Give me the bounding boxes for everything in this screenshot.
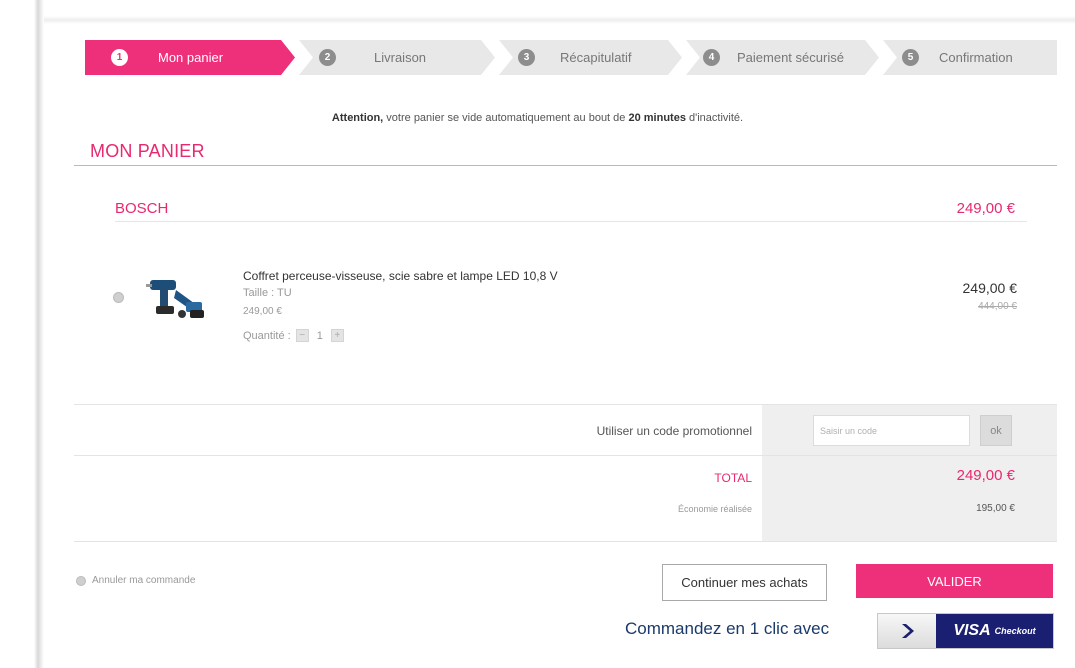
validate-button[interactable]: VALIDER: [856, 564, 1053, 598]
promo-ok-button[interactable]: ok: [980, 415, 1012, 446]
promo-label: Utiliser un code promotionnel: [596, 424, 752, 438]
savings-value: 195,00 €: [976, 503, 1015, 514]
product-size: Taille : TU: [243, 287, 292, 299]
page-title: MON PANIER: [90, 141, 205, 161]
step-label-summary: Récapitulatif: [560, 50, 632, 65]
notice-lead: Attention,: [331, 112, 384, 124]
step-confirmation[interactable]: 5 Confirmation: [883, 40, 1057, 75]
divider-middle: [74, 455, 1057, 456]
checkout-steps: 1 Mon panier 2 Livraison 3 Récapitulatif…: [85, 40, 1057, 75]
step-label-payment: Paiement sécurisé: [737, 50, 844, 65]
checkout-word: Checkout: [994, 626, 1036, 636]
brand-subtotal: 249,00 €: [956, 200, 1015, 217]
step-label-delivery: Livraison: [374, 50, 427, 65]
cancel-order-link[interactable]: Annuler ma commande: [76, 575, 195, 586]
visa-arrow-icon: [878, 614, 936, 648]
quantity-value: 1: [316, 329, 323, 342]
window-left-edge: [0, 0, 44, 668]
total-value: 249,00 €: [956, 467, 1015, 484]
divider-bottom: [74, 541, 1057, 542]
product-name[interactable]: Coffret perceuse-visseuse, scie sabre et…: [243, 269, 558, 283]
step-number-3: 3: [518, 49, 535, 66]
one-click-label: Commandez en 1 clic avec: [625, 619, 830, 638]
notice-time: 20 minutes: [628, 112, 686, 124]
visa-checkout-button[interactable]: VISA Checkout: [877, 613, 1054, 649]
brand-name: BOSCH: [115, 200, 169, 217]
continue-shopping-button[interactable]: Continuer mes achats: [662, 564, 827, 601]
step-number-4: 4: [703, 49, 720, 66]
step-number-2: 2: [319, 49, 336, 66]
divider-top: [74, 404, 1057, 405]
step-number-1: 1: [111, 49, 128, 66]
item-old-price: 444,00 €: [978, 301, 1017, 312]
title-divider: [74, 165, 1057, 166]
promo-code-input[interactable]: [813, 415, 970, 446]
quantity-increase-button[interactable]: +: [330, 329, 344, 342]
step-delivery[interactable]: 2 Livraison: [299, 40, 495, 75]
brand-divider: [115, 221, 1027, 222]
cancel-order-label: Annuler ma commande: [92, 575, 196, 586]
product-unit-price: 249,00 €: [243, 306, 282, 317]
quantity-label: Quantité :: [243, 329, 291, 342]
savings-label: Économie réalisée: [677, 504, 752, 514]
visa-word: VISA: [953, 622, 991, 639]
window-top-edge: [44, 0, 1075, 24]
total-label: TOTAL: [714, 471, 752, 485]
step-label-confirmation: Confirmation: [939, 50, 1013, 65]
step-label-cart: Mon panier: [158, 50, 224, 65]
inactivity-notice: Attention, votre panier se vide automati…: [0, 112, 1075, 124]
remove-item-icon[interactable]: [113, 292, 124, 303]
notice-text-1: votre panier se vide automatiquement au …: [383, 112, 629, 124]
product-image[interactable]: [146, 276, 208, 322]
quantity-stepper: Quantité : − 1 +: [243, 329, 344, 342]
item-price: 249,00 €: [962, 280, 1018, 296]
step-payment[interactable]: 4 Paiement sécurisé: [686, 40, 879, 75]
step-cart[interactable]: 1 Mon panier: [85, 40, 295, 75]
visa-logo: VISA Checkout: [936, 614, 1053, 648]
step-number-5: 5: [902, 49, 919, 66]
quantity-decrease-button[interactable]: −: [295, 329, 309, 342]
step-summary[interactable]: 3 Récapitulatif: [499, 40, 682, 75]
cancel-icon: [76, 575, 86, 586]
notice-text-2: d'inactivité.: [685, 112, 744, 124]
